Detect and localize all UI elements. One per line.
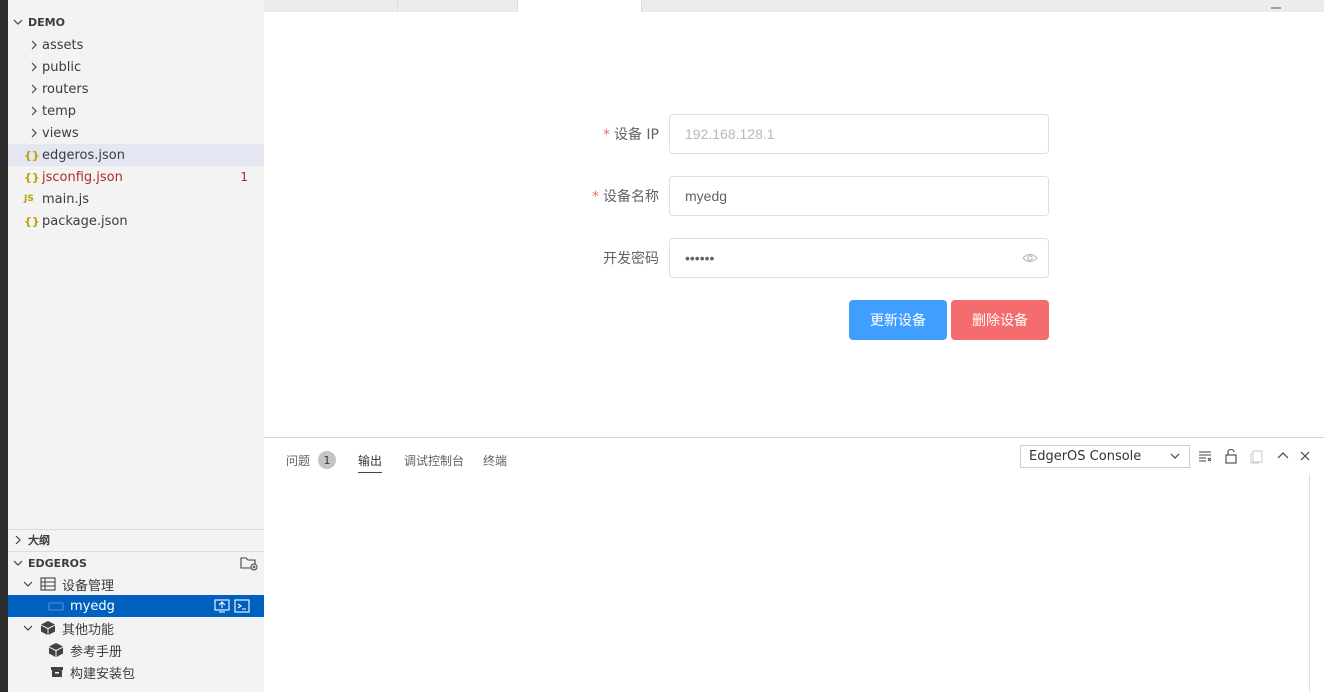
tree-label: 其他功能 xyxy=(62,622,115,638)
tab-terminal[interactable]: 终端 xyxy=(483,448,507,472)
ip-field[interactable] xyxy=(669,114,1049,154)
maximize-panel-icon[interactable] xyxy=(1275,448,1291,464)
edgeros-label: EDGEROS xyxy=(28,556,87,570)
chevron-right-icon xyxy=(26,37,42,53)
tree-label: edgeros.json xyxy=(42,147,125,163)
upload-icon[interactable] xyxy=(214,598,230,618)
explorer-root-label: DEMO xyxy=(28,15,65,29)
tree-label: 参考手册 xyxy=(70,644,123,660)
list-icon xyxy=(40,577,62,591)
chevron-down-icon xyxy=(8,17,28,27)
chevron-down-icon xyxy=(8,558,28,568)
chevron-right-icon xyxy=(26,59,42,75)
panel-scrollbar[interactable] xyxy=(1309,474,1310,692)
tree-label: assets xyxy=(42,37,84,53)
chevron-down-icon xyxy=(20,620,36,636)
tree-build-package[interactable]: 构建安装包 xyxy=(8,661,264,683)
name-label: * 设备名称 xyxy=(592,189,659,205)
tree-folder-routers[interactable]: routers xyxy=(8,78,264,100)
chevron-right-icon xyxy=(26,103,42,119)
js-file-icon: JS xyxy=(24,194,34,204)
name-input[interactable] xyxy=(670,177,1048,215)
tab-debug-console[interactable]: 调试控制台 xyxy=(404,448,464,472)
chevron-right-icon xyxy=(26,125,42,141)
tree-label: public xyxy=(42,59,82,75)
form-row-name: * 设备名称 xyxy=(264,176,659,216)
terminal-icon[interactable] xyxy=(234,598,250,618)
chevron-down-icon xyxy=(1169,450,1181,466)
package-icon xyxy=(40,620,62,636)
explorer-root-header[interactable]: DEMO xyxy=(8,11,264,33)
tree-label: myedg xyxy=(70,598,115,614)
password-label: 开发密码 xyxy=(603,251,659,267)
output-channel-value: EdgerOS Console xyxy=(1029,449,1142,464)
tree-label: 设备管理 xyxy=(62,578,115,594)
problem-count-badge: 1 xyxy=(240,170,248,184)
chevron-down-icon xyxy=(20,576,36,592)
activity-bar xyxy=(0,0,8,692)
chevron-right-icon xyxy=(8,535,28,545)
close-panel-icon[interactable] xyxy=(1297,448,1313,464)
chevron-right-icon xyxy=(26,81,42,97)
device-icon xyxy=(48,600,70,612)
tree-folder-public[interactable]: public xyxy=(8,56,264,78)
device-form: *设备 IP *设备名称 开发密码 更新设备 删除设备 xyxy=(264,12,1324,437)
output-channel-select[interactable]: EdgerOS Console xyxy=(1020,445,1190,468)
editor-tab[interactable] xyxy=(398,0,518,12)
tree-folder-assets[interactable]: assets xyxy=(8,34,264,56)
copy-icon[interactable] xyxy=(1249,448,1265,464)
tree-label: main.js xyxy=(42,191,89,207)
tree-folder-views[interactable]: views xyxy=(8,122,264,144)
edgeros-header[interactable]: EDGEROS xyxy=(8,552,264,574)
delete-device-button[interactable]: 删除设备 xyxy=(951,300,1049,340)
lock-icon[interactable] xyxy=(1223,448,1239,464)
tree-label: routers xyxy=(42,81,89,97)
editor-tab-active[interactable] xyxy=(518,0,642,12)
tree-label: 构建安装包 xyxy=(70,666,136,682)
password-input[interactable] xyxy=(670,239,1048,277)
tree-file-edgeros-json[interactable]: {} edgeros.json xyxy=(8,144,264,166)
form-row-password: 开发密码 xyxy=(264,238,659,278)
tree-reference-manual[interactable]: 参考手册 xyxy=(8,639,264,661)
package-icon xyxy=(48,642,70,658)
tree-label: package.json xyxy=(42,213,128,229)
tree-file-main-js[interactable]: JS main.js xyxy=(8,188,264,210)
tree-other-features[interactable]: 其他功能 xyxy=(8,617,264,639)
tree-file-package-json[interactable]: {} package.json xyxy=(8,210,264,232)
outline-header[interactable]: 大纲 xyxy=(8,529,264,551)
name-field[interactable] xyxy=(669,176,1049,216)
bottom-panel: 问题 1 输出 调试控制台 终端 EdgerOS Console xyxy=(264,437,1324,692)
tree-device-management[interactable]: 设备管理 xyxy=(8,573,264,595)
tree-label: jsconfig.json xyxy=(42,169,123,185)
tab-problems[interactable]: 问题 1 xyxy=(286,448,337,472)
json-file-icon: {} xyxy=(24,214,40,228)
tree-folder-temp[interactable]: temp xyxy=(8,100,264,122)
editor-tab-bar xyxy=(264,0,1324,12)
sidebar: DEMO assets public routers temp views {}… xyxy=(8,0,264,692)
tree-label: views xyxy=(42,125,79,141)
update-device-button[interactable]: 更新设备 xyxy=(849,300,947,340)
clear-output-icon[interactable] xyxy=(1197,448,1213,464)
new-folder-icon[interactable] xyxy=(240,555,258,574)
tree-device-myedg[interactable]: myedg xyxy=(8,595,264,617)
ip-label: * 设备 IP xyxy=(602,127,659,143)
tree-file-jsconfig-json[interactable]: {} jsconfig.json 1 xyxy=(8,166,264,188)
tab-output[interactable]: 输出 xyxy=(358,448,383,473)
json-file-icon: {} xyxy=(24,170,40,184)
editor-tab[interactable] xyxy=(264,0,398,12)
password-field[interactable] xyxy=(669,238,1049,278)
outline-label: 大纲 xyxy=(28,534,50,547)
form-row-ip: * 设备 IP xyxy=(264,114,659,154)
problems-count-badge: 1 xyxy=(318,451,337,469)
eye-icon[interactable] xyxy=(1022,251,1038,265)
archive-icon xyxy=(50,665,70,679)
tree-label: temp xyxy=(42,103,77,119)
json-file-icon: {} xyxy=(24,148,40,162)
ip-input[interactable] xyxy=(670,115,1048,153)
